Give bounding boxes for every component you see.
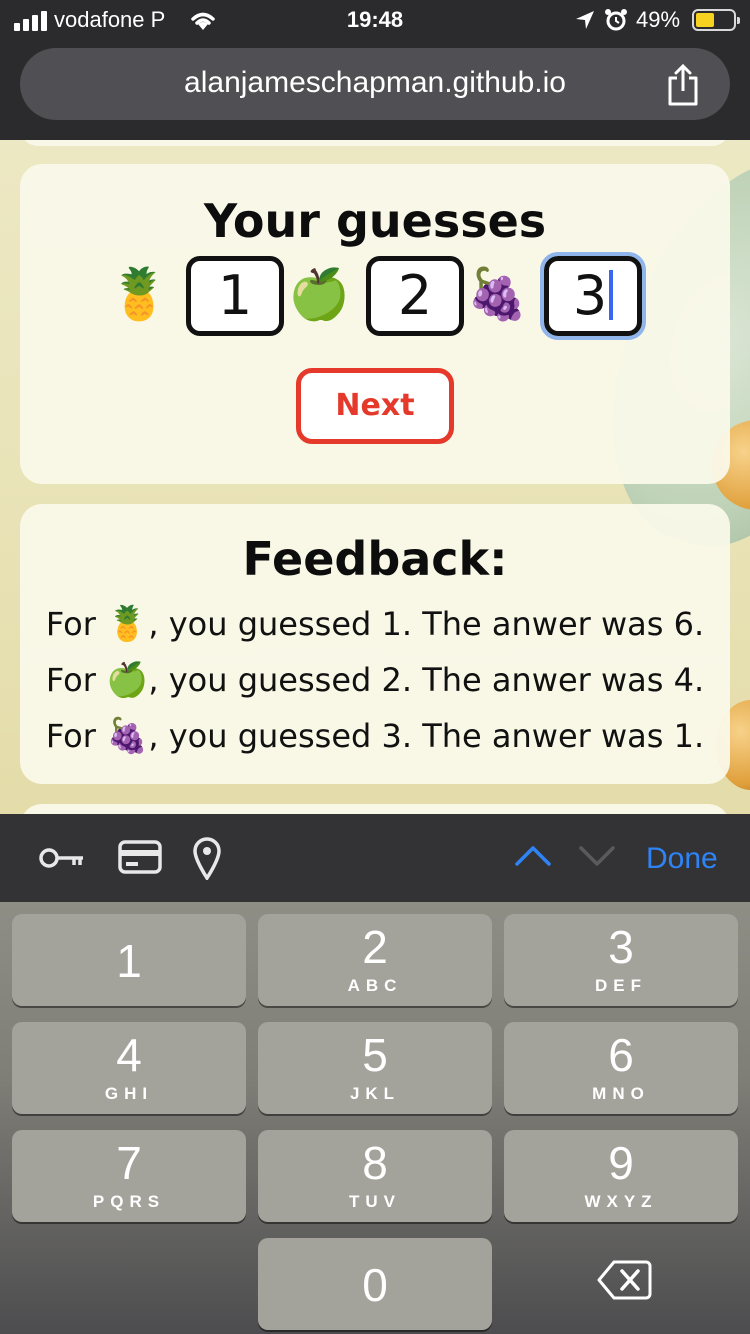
key-8[interactable]: 8 TUV — [258, 1130, 492, 1222]
key-7[interactable]: 7 PQRS — [12, 1130, 246, 1222]
key-digit: 6 — [608, 1029, 634, 1081]
key-digit: 1 — [116, 935, 142, 987]
key-4[interactable]: 4 GHI — [12, 1022, 246, 1114]
feedback-text: , you guessed 1. The anwer was 6. — [148, 605, 705, 643]
previous-card — [20, 140, 730, 146]
key-letters: JKL — [349, 1084, 401, 1103]
green-apple-icon: 🍏 — [106, 660, 149, 700]
feedback-heading: Feedback: — [242, 532, 508, 586]
feedback-prefix: For — [45, 717, 96, 755]
address-bar[interactable]: alanjameschapman.github.io — [20, 48, 730, 120]
keyboard-accessory-bar: Done — [0, 814, 750, 902]
key-letters: GHI — [104, 1084, 154, 1103]
key-digit: 9 — [608, 1137, 634, 1189]
grapes-icon: 🍇 — [106, 716, 149, 756]
grapes-guess-value: 3 — [572, 264, 608, 327]
pineapple-icon: 🍍 — [106, 604, 149, 644]
key-digit: 2 — [362, 921, 388, 973]
key-digit: 3 — [608, 921, 634, 973]
key-6[interactable]: 6 MNO — [504, 1022, 738, 1114]
web-page: Your guesses 🍍 1 🍏 2 🍇 3 Next Feedback: … — [0, 140, 750, 814]
location-pin-icon[interactable] — [192, 836, 222, 880]
feedback-prefix: For — [45, 661, 96, 699]
battery-fill — [696, 13, 714, 27]
feedback-line-green-apple: For 🍏, you guessed 2. The anwer was 4. — [20, 660, 730, 700]
chevron-up-icon[interactable] — [514, 844, 552, 868]
key-letters: TUV — [349, 1192, 401, 1211]
key-letters: WXYZ — [584, 1192, 658, 1211]
battery-percent: 49% — [636, 7, 681, 32]
guesses-card: Your guesses 🍍 1 🍏 2 🍇 3 Next — [20, 164, 730, 484]
next-section-card — [20, 804, 730, 814]
key-letters: PQRS — [92, 1192, 166, 1211]
key-9[interactable]: 9 WXYZ — [504, 1130, 738, 1222]
key-digit: 0 — [362, 1259, 388, 1311]
pineapple-icon: 🍍 — [108, 266, 171, 322]
key-letters: DEF — [595, 976, 647, 995]
text-cursor — [609, 270, 614, 321]
browser-chrome: vodafone P 19:48 49% alanjameschapman.gi… — [0, 0, 750, 140]
url-text[interactable]: alanjameschapman.github.io — [20, 66, 730, 100]
pineapple-guess-input[interactable]: 1 — [186, 256, 284, 336]
green-apple-guess-value: 2 — [397, 264, 433, 327]
done-button[interactable]: Done — [646, 842, 718, 876]
key-2[interactable]: 2 ABC — [258, 914, 492, 1006]
grapes-icon: 🍇 — [466, 266, 529, 322]
feedback-line-pineapple: For 🍍, you guessed 1. The anwer was 6. — [20, 604, 730, 644]
key-letters: MNO — [592, 1084, 650, 1103]
credit-card-icon[interactable] — [118, 840, 162, 874]
pineapple-guess-value: 1 — [217, 264, 253, 327]
feedback-line-grapes: For 🍇, you guessed 3. The anwer was 1. — [20, 716, 730, 756]
green-apple-icon: 🍏 — [288, 266, 351, 322]
location-arrow-icon — [576, 11, 594, 29]
status-bar: vodafone P 19:48 49% — [0, 0, 750, 40]
grapes-guess-input[interactable]: 3 — [540, 252, 646, 340]
next-button[interactable]: Next — [296, 368, 454, 444]
share-icon[interactable] — [666, 64, 700, 106]
key-icon[interactable] — [38, 844, 86, 872]
key-3[interactable]: 3 DEF — [504, 914, 738, 1006]
key-digit: 4 — [116, 1029, 142, 1081]
green-apple-guess-input[interactable]: 2 — [366, 256, 464, 336]
key-5[interactable]: 5 JKL — [258, 1022, 492, 1114]
key-1[interactable]: 1 — [12, 914, 246, 1006]
key-letters: ABC — [347, 976, 403, 995]
feedback-text: , you guessed 3. The anwer was 1. — [148, 717, 705, 755]
battery-icon — [692, 9, 740, 31]
alarm-icon — [605, 9, 627, 31]
chevron-down-icon[interactable] — [578, 844, 616, 868]
guesses-heading: Your guesses — [203, 194, 547, 248]
key-digit: 5 — [362, 1029, 388, 1081]
key-0[interactable]: 0 — [258, 1238, 492, 1330]
key-digit: 8 — [362, 1137, 388, 1189]
key-digit: 7 — [116, 1137, 142, 1189]
feedback-text: , you guessed 2. The anwer was 4. — [148, 661, 705, 699]
feedback-prefix: For — [45, 605, 96, 643]
feedback-card: Feedback: For 🍍, you guessed 1. The anwe… — [20, 504, 730, 784]
backspace-icon[interactable] — [596, 1258, 652, 1302]
